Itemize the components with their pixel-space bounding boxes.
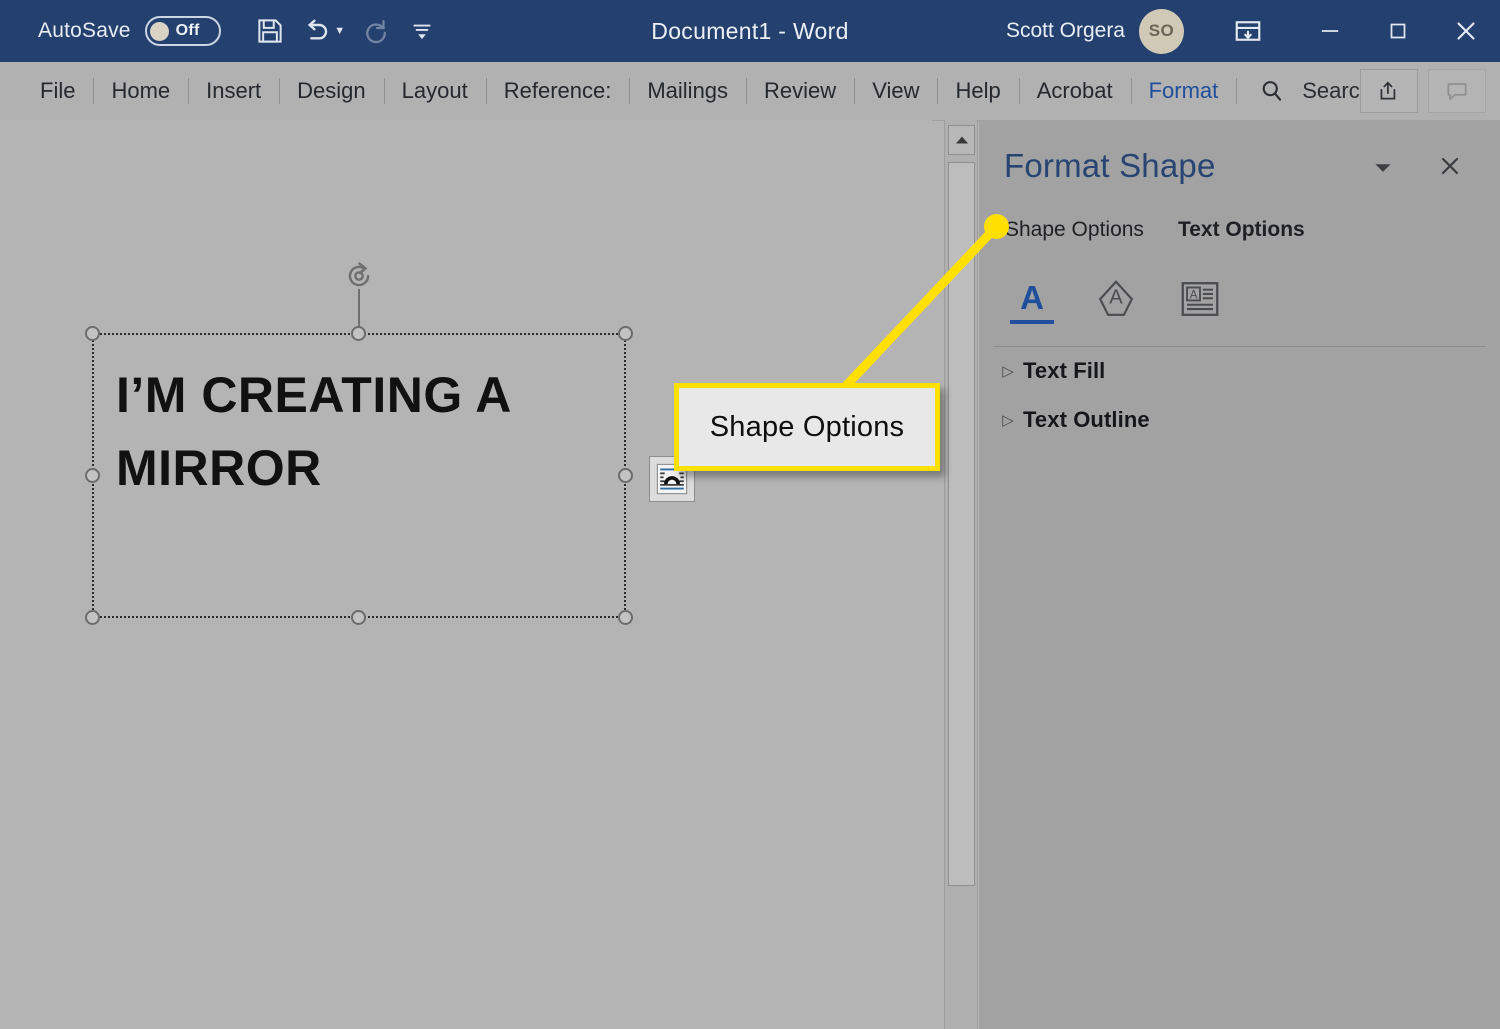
- annotation-anchor-dot: [984, 214, 1009, 239]
- word-application-window: AutoSave Off ▼ Document1 - Word Scott Or…: [0, 0, 1500, 1029]
- annotation-callout: Shape Options: [674, 383, 940, 471]
- annotation-leader-line: [838, 223, 1000, 394]
- annotation-callout-label: Shape Options: [709, 410, 905, 443]
- annotation-overlay: Shape Options: [0, 0, 1500, 1029]
